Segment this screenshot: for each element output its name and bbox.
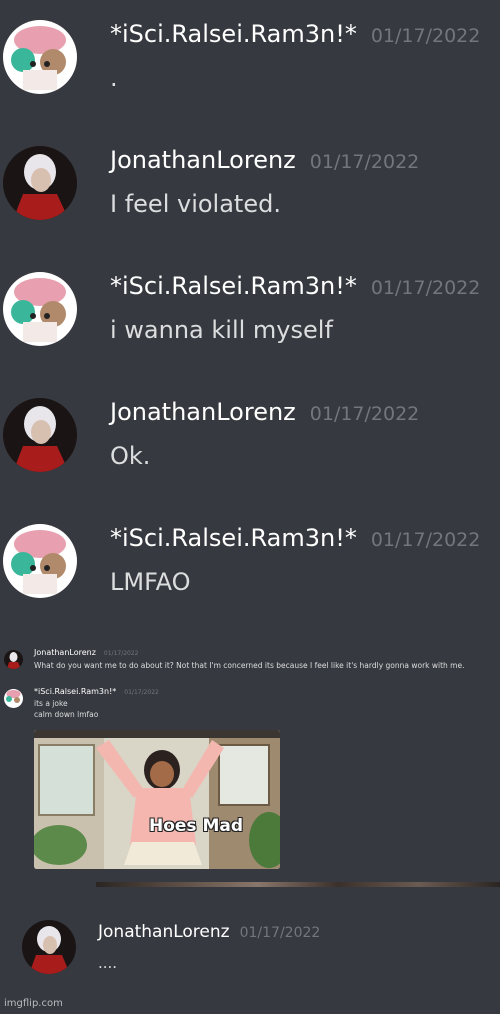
message-text: Ok. [110, 442, 151, 470]
message-2: JonathanLorenz 01/17/2022 I feel violated… [0, 126, 500, 252]
small-message-1: JonathanLorenz 01/17/2022 What do you wan… [0, 645, 500, 680]
timestamp: 01/17/2022 [103, 650, 139, 657]
author-name[interactable]: *iSci.Ralsei.Ram3n!* 01/17/2022 [110, 20, 480, 48]
imgflip-watermark: imgflip.com [4, 998, 63, 1009]
message-text: calm down lmfao [34, 710, 99, 719]
author-name[interactable]: *iSci.Ralsei.Ram3n!* 01/17/2022 [110, 272, 480, 300]
ralsei-avatar[interactable] [3, 20, 77, 94]
ralsei-avatar[interactable] [3, 272, 77, 346]
message-text: . [110, 64, 118, 92]
anime-girl-image [34, 730, 280, 869]
author-name[interactable]: JonathanLorenz 01/17/2022 [110, 398, 419, 426]
jonathan-avatar[interactable] [3, 146, 77, 220]
ralsei-avatar-small[interactable] [4, 689, 23, 708]
message-5: *iSci.Ralsei.Ram3n!* 01/17/2022 LMFAO [0, 504, 500, 630]
jonathan-avatar[interactable] [3, 398, 77, 472]
timestamp: 01/17/2022 [309, 403, 420, 425]
hoes-mad-gif[interactable]: Hoes Mad [34, 730, 280, 869]
message-4: JonathanLorenz 01/17/2022 Ok. [0, 378, 500, 504]
final-message: JonathanLorenz 01/17/2022 .... [0, 900, 500, 990]
message-text: What do you want me to do about it? Not … [34, 661, 465, 670]
message-text: LMFAO [110, 568, 191, 596]
jonathan-avatar[interactable] [22, 920, 76, 974]
message-1: *iSci.Ralsei.Ram3n!* 01/17/2022 . [0, 0, 500, 126]
jonathan-avatar-small[interactable] [4, 650, 23, 669]
timestamp: 01/17/2022 [370, 25, 481, 47]
author-name[interactable]: *iSci.Ralsei.Ram3n!* 01/17/2022 [34, 687, 159, 696]
timestamp: 01/17/2022 [370, 277, 481, 299]
message-text: its a joke [34, 699, 68, 708]
message-text: .... [98, 954, 118, 972]
message-3: *iSci.Ralsei.Ram3n!* 01/17/2022 i wanna k… [0, 252, 500, 378]
timestamp: 01/17/2022 [124, 689, 159, 696]
message-text: I feel violated. [110, 190, 281, 218]
small-message-2: *iSci.Ralsei.Ram3n!* 01/17/2022 its a jok… [0, 686, 500, 730]
timestamp: 01/17/2022 [370, 529, 481, 551]
author-name[interactable]: JonathanLorenz 01/17/2022 [98, 922, 320, 942]
ralsei-avatar[interactable] [3, 524, 77, 598]
gif-caption: Hoes Mad [149, 816, 244, 836]
message-text: i wanna kill myself [110, 316, 333, 344]
author-name[interactable]: *iSci.Ralsei.Ram3n!* 01/17/2022 [110, 524, 480, 552]
author-name[interactable]: JonathanLorenz 01/17/2022 [34, 648, 139, 657]
timestamp: 01/17/2022 [239, 925, 321, 941]
timestamp: 01/17/2022 [309, 151, 420, 173]
author-name[interactable]: JonathanLorenz 01/17/2022 [110, 146, 419, 174]
image-strip [96, 882, 500, 887]
